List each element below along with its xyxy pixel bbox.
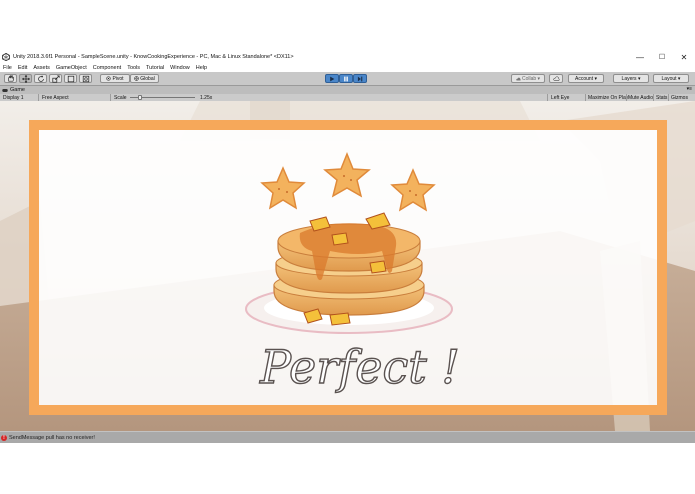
global-toggle[interactable]: Global <box>130 74 159 83</box>
minimize-button[interactable]: — <box>628 50 652 64</box>
game-view[interactable]: Perfect ! <box>0 101 695 431</box>
layout-dropdown[interactable]: Layout ▾ <box>653 74 689 83</box>
separator <box>547 94 548 101</box>
tab-game-label: Game <box>10 87 25 93</box>
result-text: Perfect ! <box>259 340 460 394</box>
pivot-icon <box>106 76 111 81</box>
scale-slider-handle[interactable] <box>138 95 142 100</box>
status-message: SendMessage pull has no receiver! <box>9 434 95 441</box>
left-eye-dropdown[interactable]: Left Eye <box>551 94 569 101</box>
menu-edit[interactable]: Edit <box>18 65 27 71</box>
separator <box>585 94 586 101</box>
title-bar: Unity 2018.3.6f1 Personal - SampleScene.… <box>0 50 695 64</box>
scale-tool-button[interactable] <box>49 74 62 83</box>
rotate-tool-button[interactable] <box>34 74 47 83</box>
hand-icon <box>7 75 14 82</box>
global-label: Global <box>140 75 155 82</box>
collab-dropdown[interactable]: Collab ▾ <box>511 74 545 83</box>
tab-menu-icon[interactable]: ▾≡ <box>687 86 692 92</box>
transform-icon <box>82 75 89 82</box>
step-icon <box>357 76 363 81</box>
scale-icon <box>51 74 60 83</box>
pivot-toggle[interactable]: Pivot <box>100 74 130 83</box>
collab-label: Collab ▾ <box>521 75 541 82</box>
menu-assets[interactable]: Assets <box>33 65 50 71</box>
menu-help[interactable]: Help <box>196 65 207 71</box>
menu-tutorial[interactable]: Tutorial <box>146 65 164 71</box>
rotate-icon <box>37 75 44 82</box>
main-toolbar: Pivot Global Collab ▾ Account ▾ Layers ▾… <box>0 72 695 86</box>
menu-tools[interactable]: Tools <box>127 65 140 71</box>
close-button[interactable]: ✕ <box>672 50 695 64</box>
pause-icon <box>344 76 348 81</box>
move-tool-button[interactable] <box>19 74 32 83</box>
game-scene: Perfect ! <box>0 101 695 431</box>
play-icon <box>330 76 335 81</box>
aspect-dropdown[interactable]: Free Aspect <box>42 94 69 101</box>
menu-window[interactable]: Window <box>170 65 190 71</box>
separator <box>626 94 627 101</box>
error-icon: ! <box>1 434 7 441</box>
cloud-icon <box>516 77 521 80</box>
menu-bar: File Edit Assets GameObject Component To… <box>0 64 695 72</box>
menu-file[interactable]: File <box>3 65 12 71</box>
move-icon <box>21 74 30 83</box>
pause-button[interactable] <box>339 74 353 83</box>
separator <box>38 94 39 101</box>
game-controller-icon <box>2 88 8 92</box>
transform-tool-button[interactable] <box>79 74 92 83</box>
mute-audio-toggle[interactable]: Mute Audio <box>628 94 653 101</box>
tab-game[interactable]: Game <box>2 86 25 94</box>
separator <box>653 94 654 101</box>
cloud-services-button[interactable] <box>549 74 563 83</box>
stats-toggle[interactable]: Stats <box>656 94 667 101</box>
play-button[interactable] <box>325 74 339 83</box>
rect-tool-button[interactable] <box>64 74 77 83</box>
scale-label: Scale <box>114 94 127 101</box>
maximize-on-play-toggle[interactable]: Maximize On Play <box>588 94 628 101</box>
gizmos-dropdown[interactable]: Gizmos <box>671 94 688 101</box>
separator <box>110 94 111 101</box>
rect-icon <box>67 75 74 82</box>
unity-logo-icon <box>2 53 10 61</box>
menu-component[interactable]: Component <box>93 65 121 71</box>
pivot-label: Pivot <box>112 75 124 82</box>
hand-tool-button[interactable] <box>4 74 17 83</box>
maximize-button[interactable]: ☐ <box>650 50 674 64</box>
game-tab-bar: Game ▾≡ <box>0 86 695 94</box>
step-button[interactable] <box>353 74 367 83</box>
cloud-outline-icon <box>552 76 559 81</box>
account-dropdown[interactable]: Account ▾ <box>568 74 604 83</box>
status-bar[interactable]: ! SendMessage pull has no receiver! <box>0 432 695 443</box>
separator <box>668 94 669 101</box>
layers-dropdown[interactable]: Layers ▾ <box>613 74 649 83</box>
scale-value: 1.25x <box>200 94 213 101</box>
globe-icon <box>134 76 140 81</box>
window-title: Unity 2018.3.6f1 Personal - SampleScene.… <box>13 54 294 60</box>
menu-gameobject[interactable]: GameObject <box>56 65 87 71</box>
unity-editor-window: Unity 2018.3.6f1 Personal - SampleScene.… <box>0 50 695 443</box>
display-dropdown[interactable]: Display 1 <box>3 94 24 101</box>
